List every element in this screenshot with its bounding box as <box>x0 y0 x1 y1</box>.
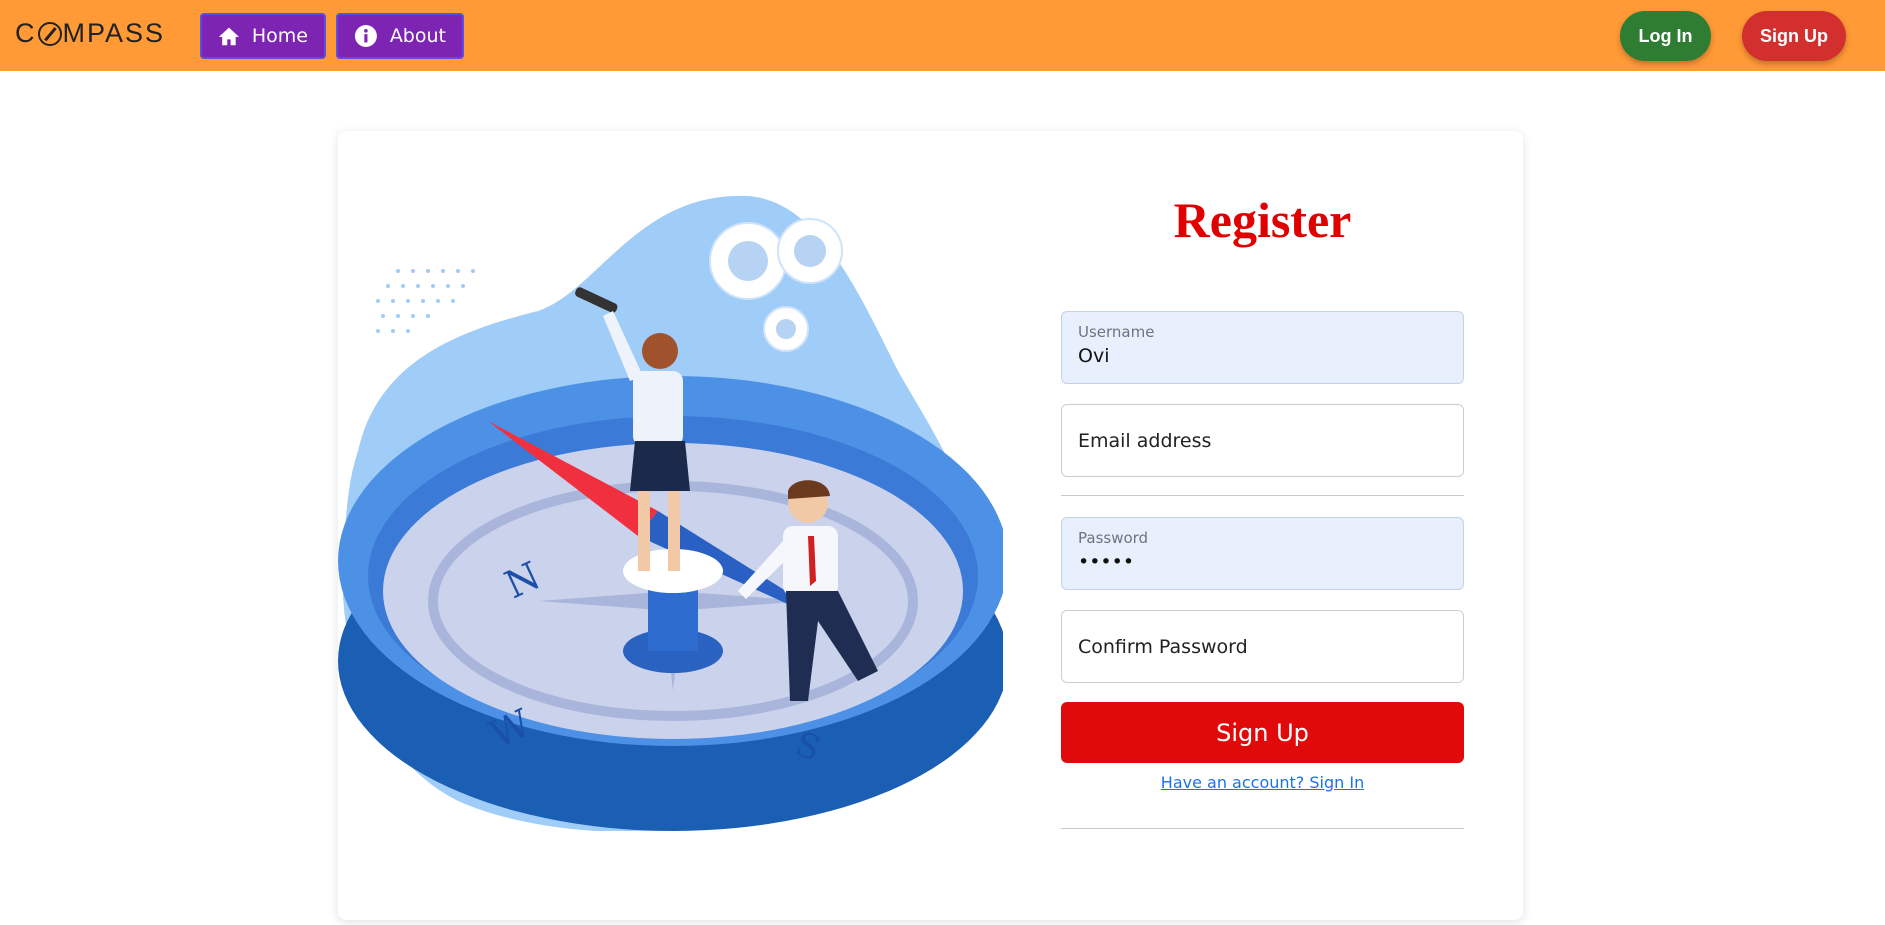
email-field[interactable]: Email address <box>1061 404 1464 477</box>
password-field[interactable]: Password ••••• <box>1061 517 1464 590</box>
username-value: Ovi <box>1078 345 1110 367</box>
site-logo[interactable]: C MPASS <box>15 18 165 49</box>
logo-text-end: MPASS <box>62 18 166 48</box>
email-placeholder: Email address <box>1078 429 1212 452</box>
logo-text-start: C <box>15 18 37 48</box>
compass-illustration: N W S <box>338 195 1003 831</box>
username-field[interactable]: Username Ovi <box>1061 311 1464 384</box>
form-title: Register <box>1173 192 1352 248</box>
register-card: N W S Register Username Ovi Email addres… <box>338 131 1523 920</box>
password-label: Password <box>1078 529 1149 547</box>
about-button[interactable]: About <box>336 13 464 59</box>
username-label: Username <box>1078 323 1155 341</box>
signin-link[interactable]: Have an account? Sign In <box>1061 773 1464 792</box>
login-button[interactable]: Log In <box>1620 11 1711 61</box>
navbar: C MPASS Home About Log In Sign Up <box>0 0 1885 71</box>
compass-logo-icon <box>37 21 62 46</box>
home-label: Home <box>251 25 308 47</box>
password-value: ••••• <box>1078 551 1135 573</box>
signup-nav-button[interactable]: Sign Up <box>1742 11 1846 61</box>
info-icon <box>354 25 377 47</box>
form-divider <box>1061 495 1464 496</box>
confirm-password-field[interactable]: Confirm Password <box>1061 610 1464 683</box>
home-icon <box>218 27 240 46</box>
about-label: About <box>389 25 446 47</box>
form-divider-bottom <box>1061 828 1464 829</box>
signup-submit-button[interactable]: Sign Up <box>1061 702 1464 763</box>
home-button[interactable]: Home <box>200 13 326 59</box>
confirm-password-placeholder: Confirm Password <box>1078 635 1248 658</box>
